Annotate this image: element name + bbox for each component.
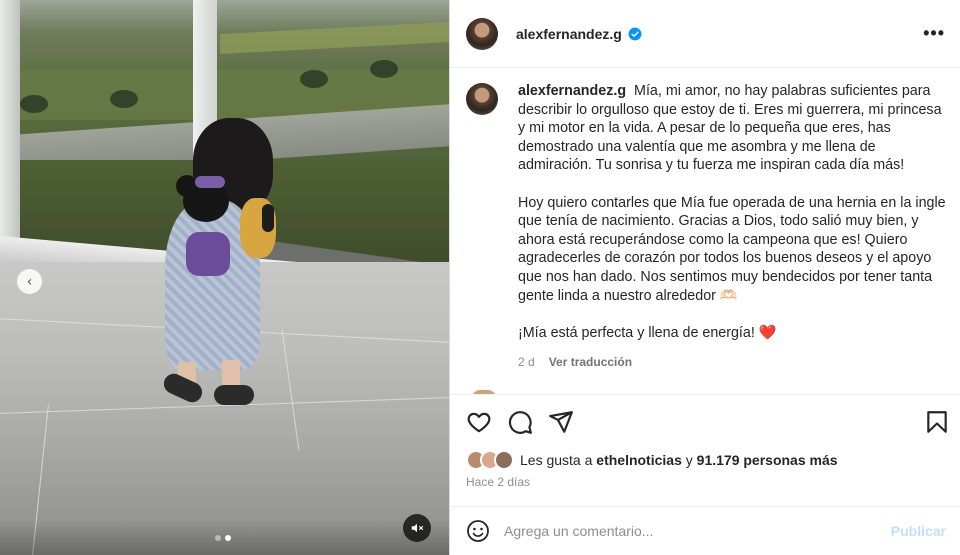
author-username[interactable]: alexfernandez.g — [516, 26, 622, 42]
likes-count-link[interactable]: 91.179 personas más — [697, 452, 838, 468]
caption-meta: 2 d Ver traducción — [518, 353, 948, 372]
carousel-indicator — [215, 535, 231, 541]
caption-avatar[interactable] — [466, 83, 498, 115]
emoji-icon[interactable] — [466, 519, 490, 543]
caption-time[interactable]: 2 d — [518, 353, 535, 372]
likes-summary: Les gusta a ethelnoticias y 91.179 perso… — [466, 450, 838, 470]
author-avatar[interactable] — [466, 17, 498, 50]
caption-section: alexfernandez.g Mía, mi amor, no hay pal… — [450, 68, 960, 394]
verified-icon — [628, 27, 642, 40]
post-photo — [0, 0, 449, 555]
caption-text: alexfernandez.g Mía, mi amor, no hay pal… — [518, 82, 948, 372]
post-date[interactable]: Hace 2 días — [466, 475, 530, 489]
comment-icon[interactable] — [507, 409, 533, 435]
post-actions — [450, 394, 960, 446]
carousel-prev-button[interactable]: ‹ — [17, 269, 42, 294]
comment-input[interactable] — [504, 523, 864, 539]
first-liker-link[interactable]: ethelnoticias — [596, 452, 682, 468]
bookmark-icon[interactable] — [924, 409, 950, 435]
translate-link[interactable]: Ver traducción — [549, 353, 632, 372]
post-media[interactable]: ‹ — [0, 0, 449, 555]
caption-paragraph-3: ¡Mía está perfecta y llena de energía! — [518, 324, 755, 341]
share-icon[interactable] — [548, 409, 574, 435]
hands-heart-emoji: 🫶🏻 — [719, 287, 738, 304]
more-options-icon[interactable]: ••• — [923, 24, 945, 42]
heart-icon[interactable] — [466, 409, 492, 435]
chevron-left-icon: ‹ — [26, 273, 33, 290]
caption-username[interactable]: alexfernandez.g — [518, 83, 626, 99]
post-header: alexfernandez.g ••• — [450, 0, 960, 68]
post-sidebar: alexfernandez.g ••• alexfernandez.g Mía,… — [450, 0, 960, 555]
publish-button[interactable]: Publicar — [891, 523, 946, 539]
red-heart-emoji: ❤️ — [758, 324, 777, 341]
liker-avatar — [494, 450, 514, 470]
mute-button[interactable] — [403, 514, 431, 542]
likes-text: Les gusta a ethelnoticias y 91.179 perso… — [520, 452, 838, 468]
comment-bar: Publicar — [450, 506, 960, 555]
mute-icon — [411, 523, 424, 533]
carousel-dot-active — [225, 535, 231, 541]
carousel-dot — [215, 535, 221, 541]
